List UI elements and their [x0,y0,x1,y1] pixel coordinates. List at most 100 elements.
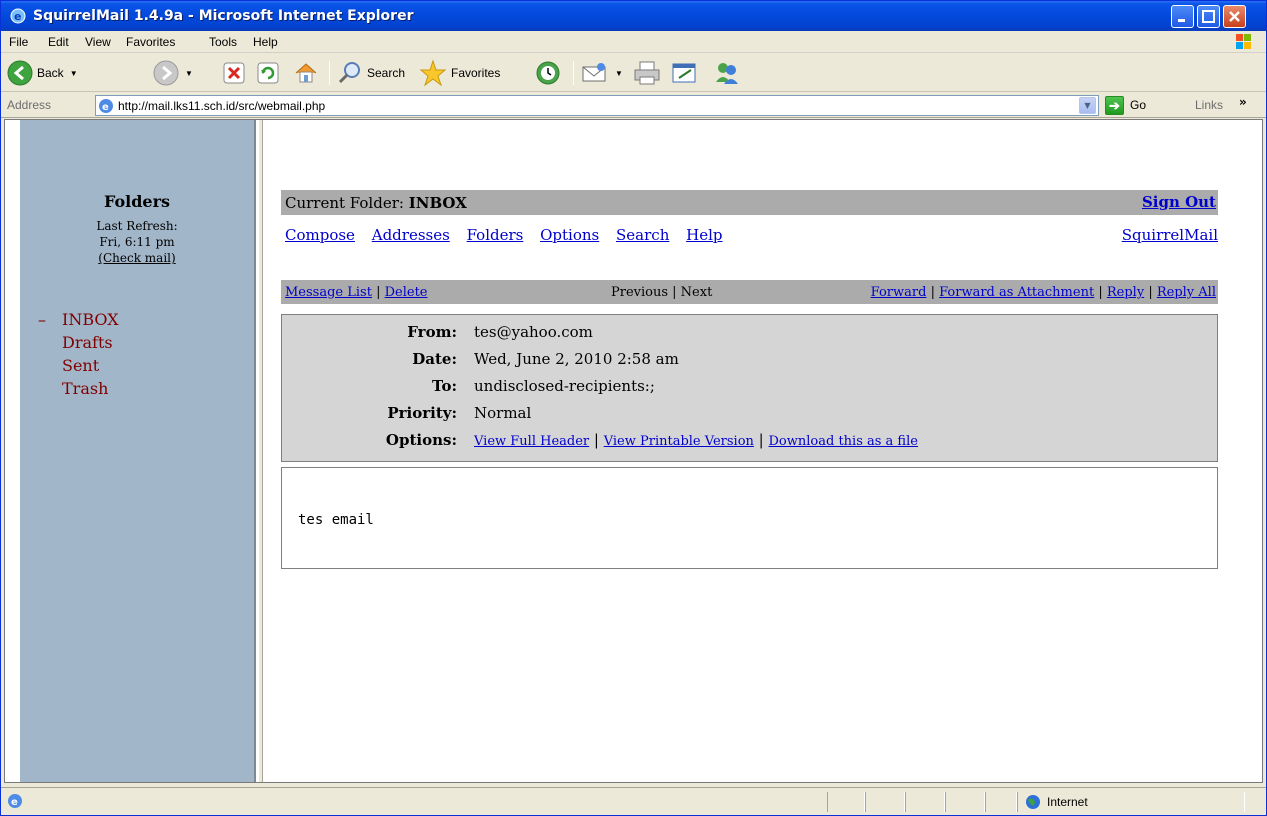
address-bar: Address e http://mail.lks11.sch.id/src/w… [1,93,1266,118]
folder-trash[interactable]: Trash [62,377,108,400]
forward-button[interactable]: ▼ [153,58,193,88]
back-button[interactable]: Back ▼ [7,58,78,88]
address-input[interactable]: e http://mail.lks11.sch.id/src/webmail.p… [95,95,1099,116]
back-arrow-icon [7,60,33,86]
folders-title: Folders [103,192,171,211]
links-chevron-icon[interactable]: » [1239,95,1247,109]
edit-button[interactable] [671,58,699,88]
status-cell [905,792,945,812]
menu-edit[interactable]: Edit [48,35,69,49]
priority-value: Normal [474,404,532,422]
reply-link[interactable]: Reply [1107,285,1144,300]
nav-options[interactable]: Options [540,226,599,244]
nav-help[interactable]: Help [686,226,722,244]
nav-folders[interactable]: Folders [467,226,524,244]
date-value: Wed, June 2, 2010 2:58 am [474,350,679,368]
menu-view[interactable]: View [85,35,111,49]
download-link[interactable]: Download this as a file [769,434,918,449]
address-label: Address [7,98,52,112]
reply-actions: Forward | Forward as Attachment | Reply … [870,285,1216,300]
menu-help[interactable]: Help [253,35,278,49]
go-button[interactable]: ➔ Go [1105,95,1146,115]
main-nav: Compose Addresses Folders Options Search… [285,226,735,244]
forward-link[interactable]: Forward [871,285,927,300]
header-to: To: undisclosed-recipients:; [282,377,1217,399]
mail-button[interactable]: ▼ [581,58,623,88]
svg-text:e: e [14,10,21,23]
status-bar: e Internet [1,787,1266,815]
forward-dropdown-icon[interactable]: ▼ [185,69,193,78]
back-dropdown-icon[interactable]: ▼ [70,69,78,78]
go-arrow-icon: ➔ [1105,95,1124,115]
toolbar: Back ▼ ▼ Search Favorites ▼ [1,54,1266,92]
title-bar: e SquirrelMail 1.4.9a - Microsoft Intern… [1,1,1266,31]
minimize-button[interactable] [1171,5,1194,28]
header-date: Date: Wed, June 2, 2010 2:58 am [282,350,1217,372]
options-links: View Full Header | View Printable Versio… [474,431,918,449]
history-button[interactable] [535,58,561,88]
folder-pane: Folders Last Refresh: Fri, 6:11 pm (Chec… [20,120,256,782]
message-action-bar: Message List | Delete Previous | Next Fo… [281,280,1218,304]
maximize-button[interactable] [1197,5,1220,28]
folder-sent[interactable]: Sent [62,354,99,377]
menu-favorites[interactable]: Favorites [126,35,175,49]
status-cell [985,792,1017,812]
windows-logo-icon [1226,32,1260,52]
last-refresh: Last Refresh: Fri, 6:11 pm (Check mail) [20,218,254,266]
messenger-icon [716,63,738,84]
status-cell [827,792,865,812]
stop-button[interactable] [223,58,245,88]
delete-link[interactable]: Delete [385,285,428,300]
view-full-header-link[interactable]: View Full Header [474,434,589,449]
folder-collapse-toggle[interactable]: – [38,308,46,331]
header-from: From: tes@yahoo.com [282,323,1217,345]
message-body-text: tes email [298,512,374,528]
page-icon: e [98,98,114,114]
view-printable-link[interactable]: View Printable Version [604,434,754,449]
page-viewport: Folders Last Refresh: Fri, 6:11 pm (Chec… [4,119,1263,783]
squirrelmail-link[interactable]: SquirrelMail [1122,226,1218,244]
home-icon [295,63,317,83]
nav-addresses[interactable]: Addresses [372,226,450,244]
message-header: From: tes@yahoo.com Date: Wed, June 2, 2… [281,314,1218,462]
to-value: undisclosed-recipients:; [474,377,655,395]
menu-tools[interactable]: Tools [209,35,237,49]
globe-icon [1026,795,1040,809]
print-button[interactable] [633,58,661,88]
zone-label: Internet [1047,795,1088,809]
options-label: Options: [385,431,457,449]
message-list-link[interactable]: Message List [285,285,372,300]
mail-dropdown-icon[interactable]: ▼ [615,69,623,78]
address-dropdown-icon[interactable]: ▼ [1079,97,1096,114]
links-label[interactable]: Links [1195,98,1223,112]
status-page-icon: e [7,793,23,809]
nav-compose[interactable]: Compose [285,226,355,244]
refresh-button[interactable] [257,58,279,88]
refresh-icon [257,62,279,84]
favorites-button[interactable]: Favorites [419,58,500,88]
menu-file[interactable]: File [9,35,28,49]
search-button[interactable]: Search [337,58,405,88]
sign-out-link[interactable]: Sign Out [1142,193,1216,211]
reply-all-link[interactable]: Reply All [1157,285,1216,300]
forward-arrow-icon [153,60,179,86]
favorites-label: Favorites [451,66,501,80]
nav-search[interactable]: Search [616,226,669,244]
forward-attachment-link[interactable]: Forward as Attachment [939,285,1094,300]
folder-inbox[interactable]: INBOX [62,308,119,331]
messenger-button[interactable] [713,58,741,88]
home-button[interactable] [293,58,319,88]
close-button[interactable] [1223,5,1246,28]
svg-text:e: e [102,102,109,113]
current-folder-bar: Current Folder: INBOX Sign Out [281,190,1218,215]
menu-bar: File Edit View Favorites Tools Help [1,31,1266,53]
search-icon [338,62,360,84]
message-pane: Current Folder: INBOX Sign Out Compose A… [263,120,1262,782]
favorites-star-icon [419,59,447,87]
folder-drafts[interactable]: Drafts [62,331,113,354]
last-refresh-time: Fri, 6:11 pm [99,235,175,249]
check-mail-link[interactable]: (Check mail) [98,251,175,265]
previous-next: Previous | Next [611,285,713,300]
header-priority: Priority: Normal [282,404,1217,426]
mail-icon [582,63,606,82]
